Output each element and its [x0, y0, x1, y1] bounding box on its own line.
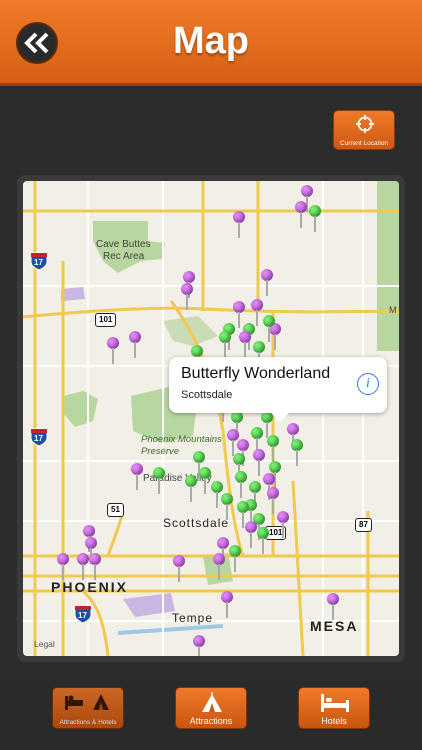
us101-shield-top: 101: [95, 313, 117, 327]
map-pin[interactable]: [233, 211, 247, 241]
map-frame: 17 17 17 101 101 51 87 Cave Buttes Rec A…: [17, 175, 405, 662]
map-pin[interactable]: [213, 553, 227, 583]
map-pin[interactable]: [57, 553, 71, 583]
pin-stick: [242, 512, 244, 528]
map-pin[interactable]: [295, 201, 309, 231]
map-pin[interactable]: [327, 593, 341, 623]
crosshair-icon: [356, 115, 374, 133]
map-pin[interactable]: [309, 205, 323, 235]
pin-stick: [266, 280, 268, 296]
map-pin[interactable]: [277, 511, 291, 541]
map-pin[interactable]: [257, 527, 271, 557]
phoenix-mountains-label: Phoenix Mountains: [141, 434, 222, 445]
map-view[interactable]: 17 17 17 101 101 51 87 Cave Buttes Rec A…: [23, 181, 399, 656]
pin-stick: [250, 532, 252, 548]
map-pin[interactable]: [221, 591, 235, 621]
nav-bar: Map: [0, 0, 422, 86]
tent-bed-icon: [65, 694, 109, 710]
sr87-shield: 87: [355, 518, 372, 532]
pin-stick: [112, 348, 114, 364]
pin-stick: [226, 504, 228, 520]
map-pin[interactable]: [89, 553, 103, 583]
pin-stick: [282, 522, 284, 538]
i17-label-top: 17: [34, 258, 43, 267]
pin-stick: [226, 602, 228, 618]
tab-label: Attractions & Hotels: [59, 719, 117, 726]
rec-area-label: Rec Area: [103, 251, 145, 262]
pin-stick: [300, 212, 302, 228]
pin-stick: [136, 474, 138, 490]
map-pin[interactable]: [237, 501, 251, 531]
callout-title: Butterfly Wonderland: [181, 365, 331, 382]
map-pin[interactable]: [181, 283, 195, 313]
tab-attractions[interactable]: Attractions: [175, 687, 247, 729]
pin-stick: [186, 294, 188, 310]
map-pin[interactable]: [229, 545, 243, 575]
bed-icon: [321, 694, 349, 712]
page-title: Map: [173, 20, 249, 62]
i17-label-mid: 17: [34, 434, 43, 443]
pin-stick: [272, 446, 274, 462]
pin-stick: [134, 342, 136, 358]
pin-stick: [218, 564, 220, 580]
location-callout[interactable]: Butterfly Wonderland Scottsdale i: [169, 357, 387, 422]
map-pin[interactable]: [261, 269, 275, 299]
pin-stick: [216, 492, 218, 508]
pin-stick: [268, 326, 270, 342]
legal-link[interactable]: Legal: [34, 639, 55, 649]
map-pin[interactable]: [221, 493, 235, 523]
pin-stick: [244, 342, 246, 358]
pin-stick: [240, 482, 242, 498]
current-location-label: Current Location: [339, 140, 389, 147]
callout-subtitle: Scottsdale: [181, 389, 233, 401]
map-pin[interactable]: [107, 337, 121, 367]
pin-stick: [238, 312, 240, 328]
map-pin[interactable]: [185, 475, 199, 505]
current-location-button[interactable]: Current Location: [333, 110, 395, 150]
tab-attractions-hotels[interactable]: Attractions & Hotels: [52, 687, 124, 729]
pin-stick: [158, 478, 160, 494]
map-pin[interactable]: [129, 331, 143, 361]
pin-stick: [258, 460, 260, 476]
map-pin[interactable]: [235, 471, 249, 501]
info-icon[interactable]: i: [357, 373, 379, 395]
pin-stick: [296, 450, 298, 466]
tab-label: Attractions: [189, 716, 233, 726]
pin-stick: [332, 604, 334, 620]
pin-stick: [94, 564, 96, 580]
pin-stick: [190, 486, 192, 502]
tab-label: Hotels: [321, 716, 347, 726]
map-edge-label: M: [389, 305, 397, 315]
scottsdale-label: Scottsdale: [163, 516, 230, 530]
tent-icon: [202, 692, 222, 712]
pin-stick: [82, 564, 84, 580]
map-pin[interactable]: [131, 463, 145, 493]
tempe-label: Tempe: [172, 611, 214, 625]
pin-stick: [204, 478, 206, 494]
pin-stick: [234, 556, 236, 572]
map-pin[interactable]: [173, 555, 187, 585]
pin-stick: [224, 342, 226, 358]
tab-hotels[interactable]: Hotels: [298, 687, 370, 729]
map-pin[interactable]: [153, 467, 167, 497]
map-pin[interactable]: [291, 439, 305, 469]
pin-stick: [272, 498, 274, 514]
map-pin[interactable]: [193, 635, 207, 656]
pin-stick: [198, 646, 200, 656]
pin-stick: [262, 538, 264, 554]
pin-stick: [238, 222, 240, 238]
sr51-shield: 51: [107, 503, 124, 517]
preserve-label: Preserve: [141, 446, 180, 457]
tab-bar: Attractions & Hotels Attractions Hotels: [0, 681, 422, 750]
pin-stick: [314, 216, 316, 232]
pin-stick: [178, 566, 180, 582]
cave-buttes-label: Cave Buttes: [96, 239, 151, 250]
i17-label-bottom: 17: [78, 611, 87, 620]
pin-stick: [62, 564, 64, 580]
